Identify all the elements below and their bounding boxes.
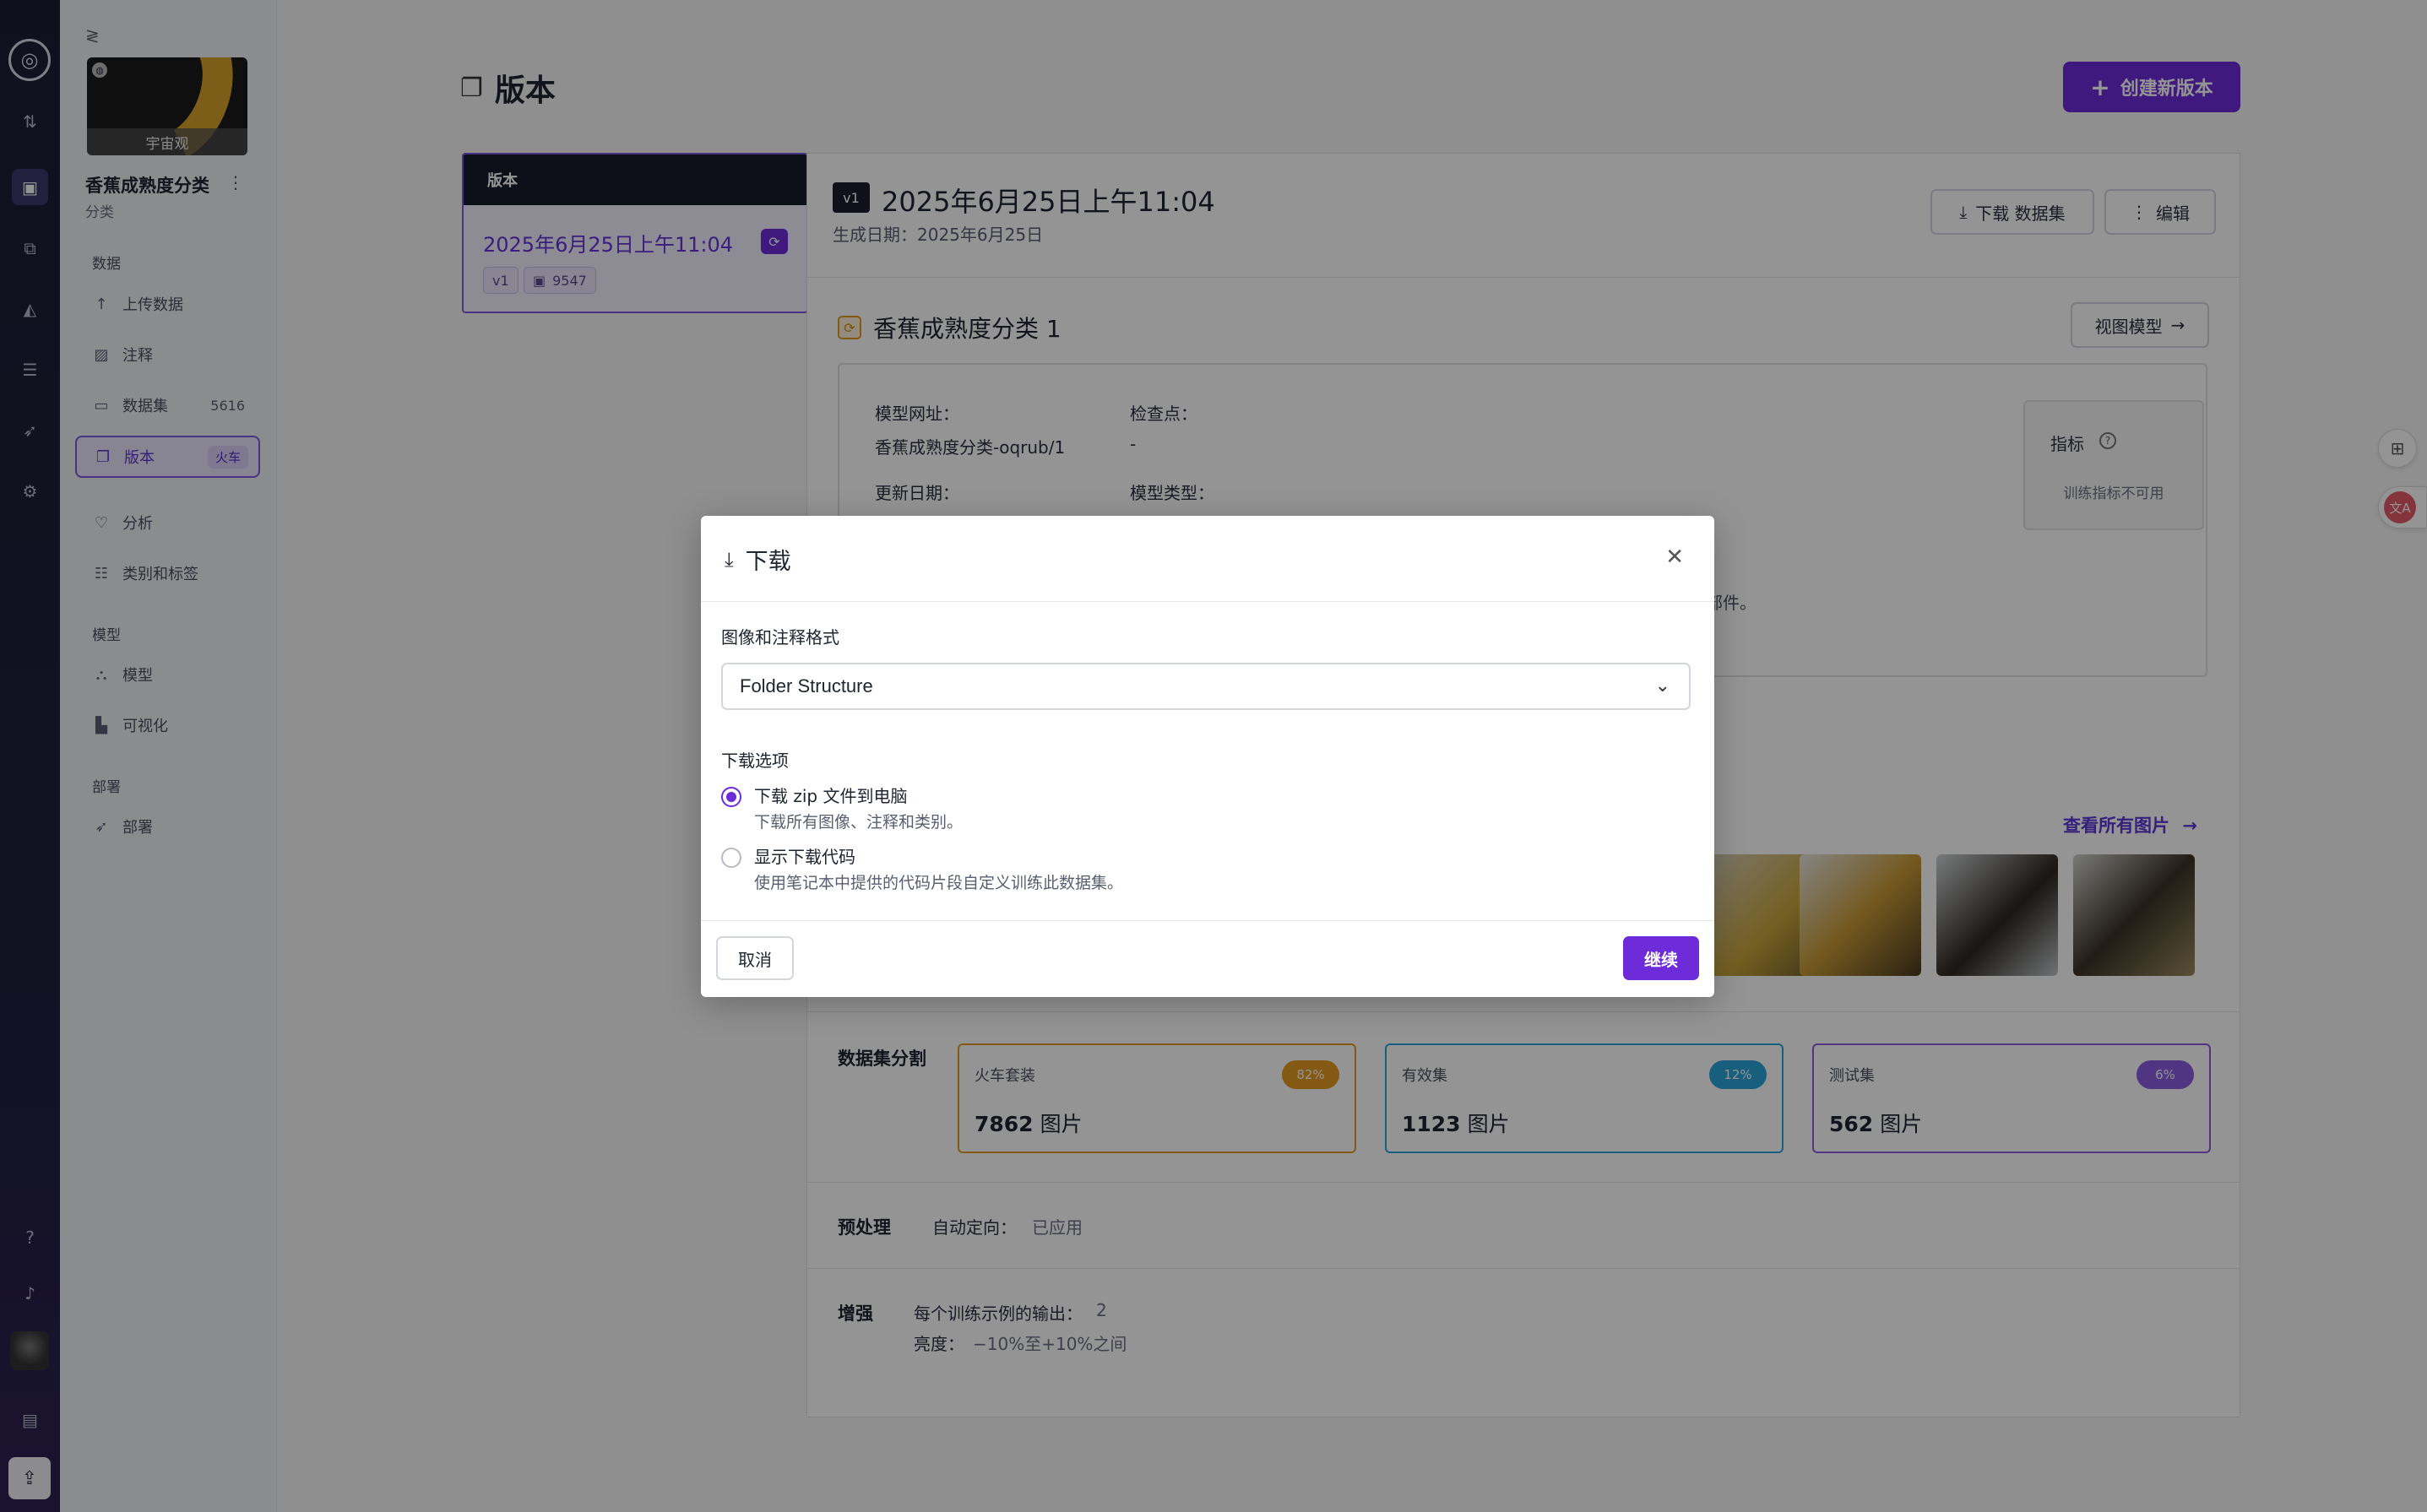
cancel-button[interactable]: 取消 <box>716 936 794 980</box>
dialog-title: 下载 <box>745 549 791 575</box>
option-zip-desc: 下载所有图像、注释和类别。 <box>754 813 964 832</box>
option-zip-radio[interactable] <box>721 787 741 807</box>
format-select[interactable]: Folder Structure ⌄ <box>721 663 1691 710</box>
download-dialog: ⤓ 下载 ✕ 图像和注释格式 Folder Structure ⌄ 下载选项 下… <box>701 516 1714 997</box>
format-select-value: Folder Structure <box>740 675 873 696</box>
options-label: 下载选项 <box>721 751 789 771</box>
continue-button[interactable]: 继续 <box>1623 936 1699 980</box>
option-code-radio[interactable] <box>721 848 741 868</box>
dialog-header: ⤓ 下载 <box>725 543 791 576</box>
option-code-desc: 使用笔记本中提供的代码片段自定义训练此数据集。 <box>754 874 1124 892</box>
close-icon[interactable]: ✕ <box>1665 545 1684 570</box>
format-label: 图像和注释格式 <box>721 627 839 648</box>
download-icon: ⤓ <box>725 547 734 572</box>
option-code-title[interactable]: 显示下载代码 <box>754 843 855 868</box>
chevron-down-icon: ⌄ <box>1654 675 1670 696</box>
divider <box>701 601 1714 602</box>
divider <box>701 920 1714 921</box>
option-zip-title[interactable]: 下载 zip 文件到电脑 <box>754 783 907 807</box>
